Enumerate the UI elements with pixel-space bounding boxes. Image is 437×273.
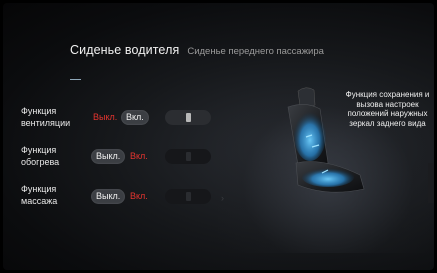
edge-decoration	[428, 163, 434, 203]
seat-icon	[185, 192, 191, 201]
seat-tabs: Сиденье водителя Сиденье переднего пасса…	[70, 43, 324, 63]
ventilation-label-text: Функция вентиляции	[21, 106, 71, 128]
seat-settings-screen: Сиденье водителя Сиденье переднего пасса…	[3, 3, 434, 270]
massage-mode-button[interactable]	[165, 189, 211, 204]
chevron-right-icon: ›	[221, 193, 224, 203]
head-unit-frame: Сиденье водителя Сиденье переднего пасса…	[0, 0, 437, 273]
massage-label: Функция массажа	[21, 183, 57, 207]
seat-icon	[185, 152, 191, 161]
mirror-memory-info: Функция сохранения и вызова настроек пол…	[345, 90, 430, 128]
ventilation-label: Функция вентиляции	[21, 105, 70, 129]
heating-label: Функция обогрева	[21, 144, 59, 168]
ventilation-on-button[interactable]: Вкл.	[121, 110, 149, 125]
tab-driver-seat[interactable]: Сиденье водителя	[70, 43, 179, 57]
heating-label-text: Функция обогрева	[21, 145, 60, 167]
massage-label-text: Функция массажа	[21, 184, 58, 206]
massage-on-button[interactable]: Вкл.	[130, 189, 148, 204]
heating-off-button[interactable]: Выкл.	[91, 149, 126, 164]
heating-on-button[interactable]: Вкл.	[130, 149, 148, 164]
seat-glow-back	[294, 109, 326, 161]
heating-level-button[interactable]	[165, 149, 211, 164]
massage-off-button[interactable]: Выкл.	[91, 189, 126, 204]
ventilation-off-button[interactable]: Выкл.	[93, 110, 117, 125]
active-tab-indicator	[70, 79, 81, 80]
seat-icon	[185, 113, 191, 122]
tab-passenger-seat[interactable]: Сиденье переднего пассажира	[187, 46, 324, 57]
ventilation-level-button[interactable]	[165, 110, 211, 125]
